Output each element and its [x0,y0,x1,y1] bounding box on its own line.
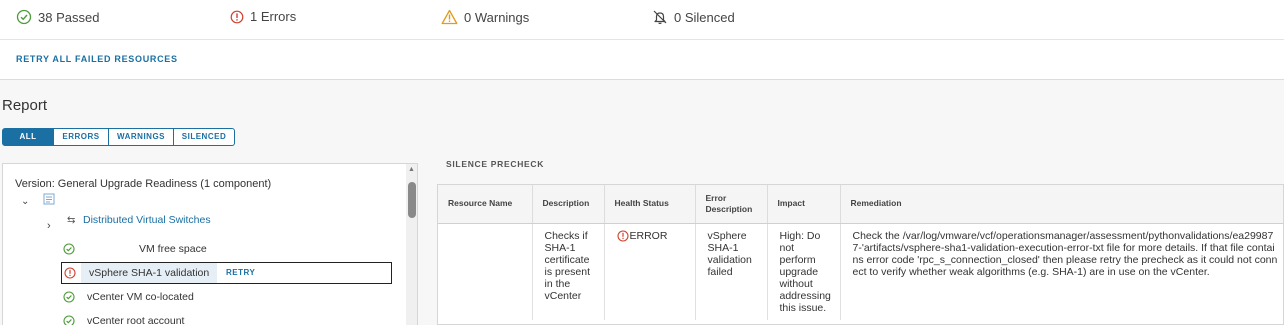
summary-panel: 38 Passed 1 Errors 0 Warnings 0 Silenced… [0,0,1284,80]
filter-errors-button[interactable]: ERRORS [54,128,109,146]
report-filter-group: ALL ERRORS WARNINGS SILENCED [2,128,235,146]
summary-stats: 38 Passed 1 Errors 0 Warnings 0 Silenced [0,0,1284,40]
check-circle-icon [63,243,75,255]
error-circle-icon [616,229,629,242]
error-circle-icon [230,10,244,23]
health-status-label: ERROR [629,229,668,242]
table-header-row: Resource Name Description Health Status … [438,185,1283,224]
stat-silenced: 0 Silenced [652,9,735,25]
stat-passed-label: 38 Passed [38,9,100,25]
cell-error-description: vSphere SHA-1 validation failed [695,223,768,320]
scroll-up-icon[interactable]: ▲ [408,166,415,173]
table-row: Checks if SHA-1 certificate is present i… [438,223,1283,320]
filter-warnings-button[interactable]: WARNINGS [109,128,174,146]
check-circle-icon [16,9,32,25]
tree-group-distributed-virtual-switches[interactable]: Distributed Virtual Switches [83,214,211,226]
stat-errors: 1 Errors [230,9,296,24]
stat-warnings: 0 Warnings [441,9,529,25]
details-table: Resource Name Description Health Status … [437,184,1284,325]
column-header: Health Status [604,185,696,224]
check-row-vcenter-root-account[interactable]: vCenter root account [61,310,392,325]
filter-all-button[interactable]: ALL [2,128,54,146]
stat-passed: 38 Passed [16,9,99,25]
report-title: Report [2,97,48,114]
warning-triangle-icon [441,9,458,25]
check-row-sha1-validation[interactable]: vSphere SHA-1 validation RETRY [61,262,392,284]
cell-impact: High: Do not perform upgrade without add… [767,223,841,320]
cell-remediation: Check the /var/log/vmware/vcf/operations… [852,229,1278,278]
check-row-vm-free-space[interactable]: VM free space [61,238,392,260]
chevron-down-icon[interactable]: ⌄ [21,196,29,207]
check-label: vSphere SHA-1 validation [81,263,218,283]
stat-warnings-label: 0 Warnings [464,9,530,25]
check-label: VM free space [139,243,207,255]
filter-silenced-button[interactable]: SILENCED [174,128,235,146]
column-header: Impact [767,185,841,224]
scrollbar-thumb[interactable] [408,182,416,218]
column-header: Remediation [840,185,1283,224]
health-status: ERROR [616,229,683,242]
column-header: Resource Name [438,185,533,224]
cell-health-status: ERROR [604,223,696,320]
stat-errors-label: 1 Errors [250,9,297,24]
check-label: vCenter root account [87,315,185,325]
switch-icon: ⇆ [67,215,76,226]
precheck-tree-panel: Version: General Upgrade Readiness (1 co… [2,163,418,325]
retry-button[interactable]: RETRY [226,268,255,277]
retry-all-failed-button[interactable]: RETRY ALL FAILED RESOURCES [16,54,178,64]
check-label: vCenter VM co-located [87,291,194,303]
version-label: Version: General Upgrade Readiness (1 co… [15,178,272,190]
chevron-right-icon[interactable]: › [47,220,51,232]
cell-resource-name [438,223,533,320]
silence-precheck-button[interactable]: SILENCE PRECHECK [446,159,544,169]
tree-scrollbar[interactable]: ▲ [406,164,417,325]
column-header: Error Description [695,185,768,224]
check-circle-icon [63,291,75,303]
component-icon [43,193,55,205]
column-header: Description [532,185,605,224]
check-circle-icon [63,315,75,325]
cell-description: Checks if SHA-1 certificate is present i… [532,223,605,320]
error-circle-icon [64,267,76,279]
check-row-vcenter-vm-co-located[interactable]: vCenter VM co-located [61,286,392,308]
stat-silenced-label: 0 Silenced [674,9,735,25]
muted-bell-icon [653,10,667,25]
